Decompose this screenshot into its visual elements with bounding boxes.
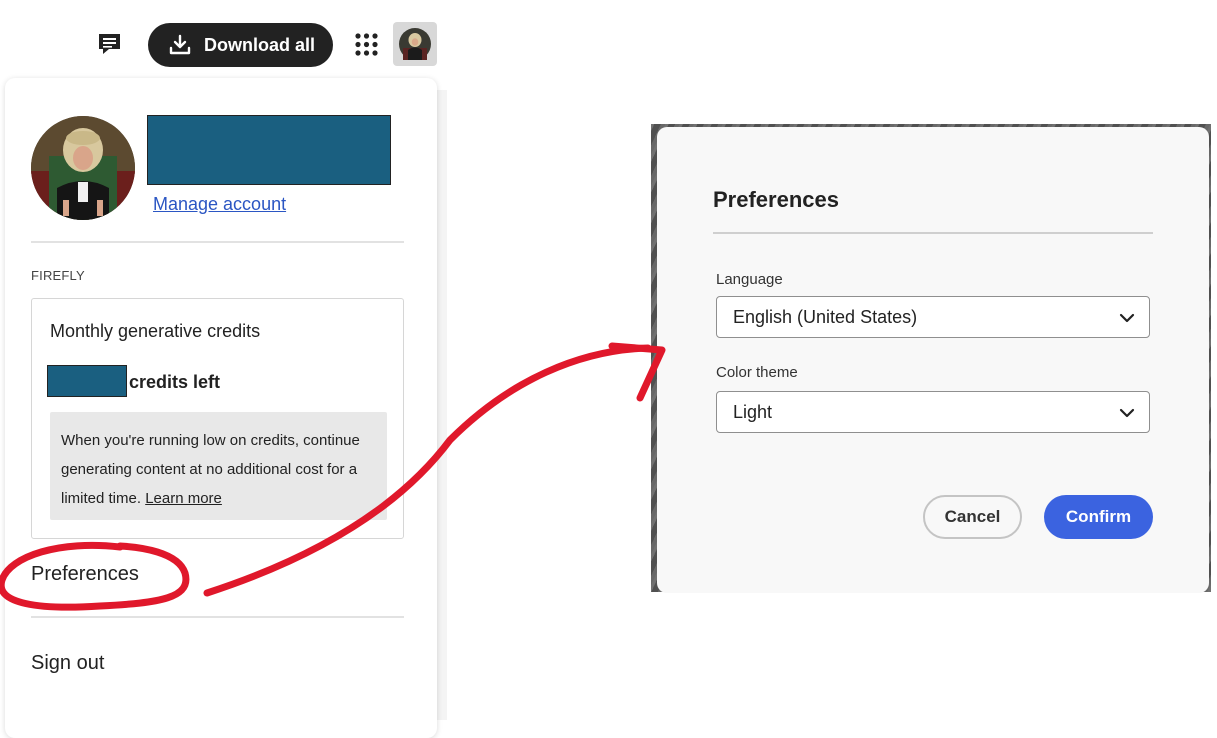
language-label: Language (716, 271, 783, 288)
apps-grid-icon[interactable] (354, 32, 379, 57)
color-theme-value: Light (733, 401, 773, 422)
cancel-button[interactable]: Cancel (923, 495, 1022, 539)
language-select[interactable]: English (United States) (716, 296, 1150, 338)
account-name-redaction (147, 115, 391, 185)
dialog-title: Preferences (713, 187, 839, 212)
download-icon (169, 34, 191, 55)
learn-more-link[interactable]: Learn more (145, 490, 222, 507)
user-avatar (399, 28, 431, 60)
color-theme-label: Color theme (716, 364, 798, 381)
confirm-button[interactable]: Confirm (1044, 495, 1153, 539)
divider (31, 616, 404, 618)
chevron-down-icon (1119, 408, 1135, 418)
account-menu-panel: Manage account FIREFLY Monthly generativ… (5, 78, 437, 738)
credits-left-label: credits left (129, 372, 221, 392)
profile-photo (31, 116, 135, 220)
download-all-button[interactable]: Download all (148, 23, 333, 67)
preferences-dialog: Preferences Language English (United Sta… (657, 127, 1209, 593)
menu-item-preferences[interactable]: Preferences (31, 563, 139, 586)
profile-photo-image (31, 116, 135, 220)
color-theme-select[interactable]: Light (716, 391, 1150, 433)
credits-count-redaction (47, 365, 127, 397)
user-avatar-button[interactable] (393, 22, 437, 66)
credits-card: Monthly generative credits credits left … (31, 298, 404, 539)
chat-icon[interactable] (97, 32, 122, 56)
credits-title: Monthly generative credits (50, 321, 261, 341)
manage-account-link[interactable]: Manage account (153, 194, 286, 215)
divider (31, 241, 404, 243)
language-value: English (United States) (733, 306, 918, 327)
dialog-divider (713, 232, 1153, 234)
download-all-label: Download all (204, 34, 316, 55)
credits-info-note: When you're running low on credits, cont… (50, 412, 387, 520)
chevron-down-icon (1119, 313, 1135, 323)
section-label-firefly: FIREFLY (31, 268, 85, 283)
panel-shadow-edge (437, 90, 447, 720)
menu-item-sign-out[interactable]: Sign out (31, 652, 104, 675)
